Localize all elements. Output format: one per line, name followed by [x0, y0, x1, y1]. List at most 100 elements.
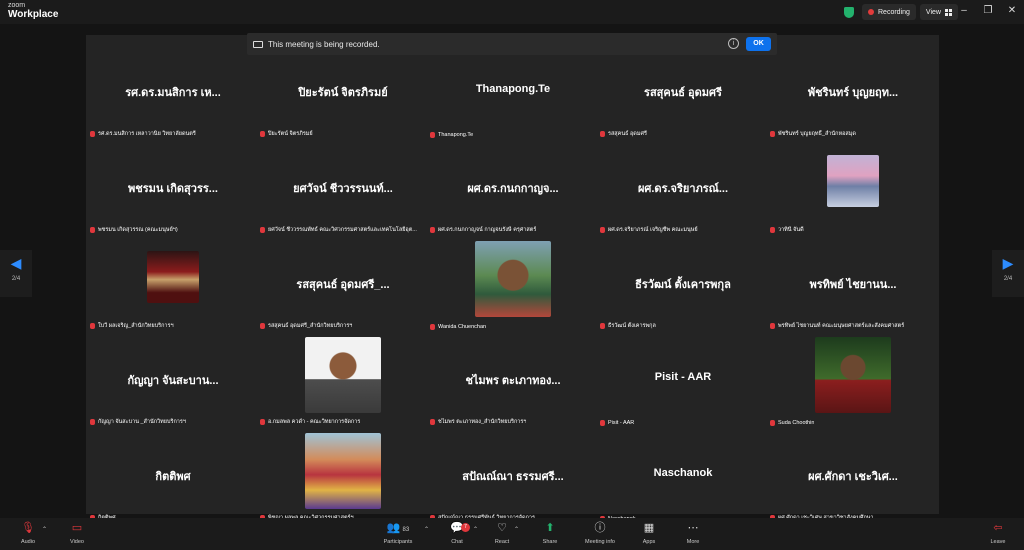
recording-camera-icon	[253, 40, 263, 48]
page-indicator-left: 2/4	[11, 276, 21, 282]
participant-tile[interactable]: ใบวี ผลเจริญ_สำนักวิทยบริการฯ	[88, 239, 258, 334]
muted-mic-icon	[90, 227, 95, 233]
notification-text: This meeting is being recorded.	[268, 39, 380, 49]
participant-tile[interactable]: รศ.ดร.มนสิการ เห... รศ.ดร.มนสิการ เหลาวาน…	[88, 47, 258, 142]
participant-display-name: กัญญา จันสะบาน...	[127, 375, 219, 387]
participant-tile[interactable]: ชไมพร ตะเภาทอง... ชไมพร ตะเภาทอง_สำนักวิท…	[428, 335, 598, 430]
view-button[interactable]: View	[919, 4, 958, 20]
participant-tile[interactable]: พชรมน เกิดสุวรร... พชรมน เกิดสุวรรณ (คณะม…	[88, 143, 258, 238]
meeting-info-button[interactable]: ⓘ Meeting info	[582, 522, 618, 545]
participant-video	[147, 251, 199, 303]
apps-icon: ▦	[643, 522, 655, 534]
share-label: Share	[542, 539, 558, 545]
participant-tile[interactable]: กัญญา จันสะบาน... กัญญา จันสะบาน _สำนักวิ…	[88, 335, 258, 430]
audio-options-caret[interactable]: ⌃	[42, 526, 47, 533]
participant-tile[interactable]: ผศ.ศักดา เชะวิเศ...ผศ.ศักดา เชะวิเศษ สาข…	[768, 431, 938, 526]
muted-mic-icon	[770, 420, 775, 426]
video-gallery: รศ.ดร.มนสิการ เห... รศ.ดร.มนสิการ เหลาวาน…	[86, 35, 939, 522]
camera-off-icon: ▭	[71, 522, 83, 534]
participant-name-text: ผศ.ดร.จริยาภรณ์ เจริญชีพ คณะมนุษย์	[608, 227, 698, 233]
recording-notification: This meeting is being recorded. i OK	[247, 33, 777, 55]
muted-mic-icon	[260, 419, 265, 425]
more-icon: ⋯	[687, 522, 699, 534]
info-icon[interactable]: i	[728, 38, 739, 49]
recording-indicator[interactable]: Recording	[862, 4, 916, 20]
participant-tile[interactable]: Thanapong.Te Thanapong.Te	[428, 47, 598, 142]
participant-tile[interactable]: ผศ.ดร.จริยาภรณ์... ผศ.ดร.จริยาภรณ์ เจริญช…	[598, 143, 768, 238]
participants-options-caret[interactable]: ⌃	[424, 526, 429, 533]
participant-display-name: Naschanok	[653, 467, 713, 479]
participant-tile[interactable]: ธีรวัฒน์ ตั้งเคารพกุล ธีรวัฒน์ ตั้งเคารพก…	[598, 239, 768, 334]
participant-name-text: วาทินี จันดี	[778, 227, 804, 233]
leave-button[interactable]: ⇦ Leave	[980, 522, 1016, 545]
encryption-shield-icon[interactable]	[844, 6, 854, 18]
participants-button[interactable]: 👥 83 Participants	[380, 522, 416, 545]
participant-tile[interactable]: Pisit - AAR Pisit - AAR	[598, 335, 768, 430]
participant-name-label: รสสุคนธ์ อุดมศรี_สำนักวิทยบริการฯ	[260, 322, 352, 330]
previous-page-button[interactable]: ◀ 2/4	[0, 250, 32, 297]
participant-tile[interactable]: วาทินี จันดี	[768, 143, 938, 238]
brand-workplace: Workplace	[8, 9, 59, 20]
muted-mic-icon	[600, 420, 605, 426]
record-dot-icon	[868, 9, 874, 15]
participant-tile[interactable]: Wanida Chuenchan	[428, 239, 598, 334]
participant-tile[interactable]: พัชรินทร์ บุญยฤท... พัชรินทร์ บุญยฤทธิ์_ส…	[768, 47, 938, 142]
chat-options-caret[interactable]: ⌃	[473, 526, 478, 533]
muted-mic-icon	[260, 227, 265, 233]
chat-button[interactable]: 💬 7 Chat	[439, 522, 475, 545]
participant-name-text: ยศวัจน์ ชีววรรณพัทธ์ คณะวิศวกรรมศาสตร์แล…	[268, 227, 417, 233]
participant-tile[interactable]: พิชญา ผลพูล คณะวิศวกรรมศาสตร์ฯ	[258, 431, 428, 526]
participant-tile[interactable]: สปัณณ์ณา ธรรมศรี...สปัณณ์ณา ธรรมศรีพันธ์…	[428, 431, 598, 526]
video-label: Video	[70, 539, 84, 545]
participant-video	[305, 337, 381, 413]
meeting-info-label: Meeting info	[585, 539, 615, 545]
minimize-button[interactable]: –	[956, 4, 972, 18]
participant-name-text: พชรมน เกิดสุวรรณ (คณะมนุษย์ฯ)	[98, 227, 178, 233]
apps-label: Apps	[642, 539, 656, 545]
muted-mic-icon	[90, 131, 95, 137]
next-page-button[interactable]: ▶ 2/4	[992, 250, 1024, 297]
muted-mic-icon	[260, 323, 265, 329]
participant-display-name: รสสุคนธ์ อุดมศรี	[644, 87, 722, 99]
audio-button[interactable]: 🎙 Audio	[10, 522, 46, 545]
participant-name-text: Wanida Chuenchan	[438, 324, 487, 330]
participant-tile[interactable]: ผศ.ดร.กนกกาญจ... ผศ.ดร.กนกกาญจน์ กาญจนรัง…	[428, 143, 598, 238]
participant-video	[815, 337, 891, 413]
participant-name-text: ใบวี ผลเจริญ_สำนักวิทยบริการฯ	[98, 323, 174, 329]
participant-display-name: รศ.ดร.มนสิการ เห...	[125, 87, 221, 99]
restore-button[interactable]: ❐	[980, 4, 996, 18]
participant-tile[interactable]: อ.กมลพล ควดำ - คณะวิทยาการจัดการ	[258, 335, 428, 430]
share-screen-icon: ⬆	[545, 522, 555, 534]
participant-name-text: Thanapong.Te	[438, 132, 474, 138]
participant-tile[interactable]: พรทิพย์ ไชยานน... พรทิพย์ ไชยานนท์ คณะมนุ…	[768, 239, 938, 334]
participant-name-text: รสสุคนธ์ อุดมศรี	[608, 131, 647, 137]
participant-name-label: Thanapong.Te	[430, 132, 473, 138]
react-options-caret[interactable]: ⌃	[514, 526, 519, 533]
participant-name-text: รศ.ดร.มนสิการ เหลาวานิย วิทยาลัยดนตรี	[98, 131, 196, 137]
share-button[interactable]: ⬆ Share	[532, 522, 568, 545]
video-button[interactable]: ▭ Video	[59, 522, 95, 545]
participant-display-name: ผศ.ดร.กนกกาญจ...	[467, 183, 559, 195]
view-label: View	[925, 8, 941, 16]
participant-tile[interactable]: ปิยะรัตน์ จิตรภิรมย์ ปิยะรัตน์ จิตรภิรมย์	[258, 47, 428, 142]
participant-tile[interactable]: NaschanokNaschanok	[598, 431, 768, 526]
recording-label: Recording	[878, 8, 910, 16]
apps-button[interactable]: ▦ Apps	[631, 522, 667, 545]
participant-tile[interactable]: Suda Choothin	[768, 335, 938, 430]
close-button[interactable]: ✕	[1004, 4, 1020, 18]
muted-mic-icon	[430, 227, 435, 233]
participant-video	[827, 155, 879, 207]
participant-name-text: พัชรินทร์ บุญยฤทธิ์_สำนักหอสมุด	[778, 131, 856, 137]
participant-tile[interactable]: รสสุคนธ์ อุดมศรี รสสุคนธ์ อุดมศรี	[598, 47, 768, 142]
brand-zoom: zoom	[8, 2, 26, 9]
participant-name-label: ผศ.ดร.กนกกาญจน์ กาญจนรังษี ครุศาสตร์	[430, 226, 536, 234]
ok-button[interactable]: OK	[746, 37, 771, 51]
participant-name-label: รศ.ดร.มนสิการ เหลาวานิย วิทยาลัยดนตรี	[90, 130, 196, 138]
chat-label: Chat	[451, 539, 463, 545]
participant-tile[interactable]: ยศวัจน์ ชีววรรนนท์... ยศวัจน์ ชีววรรณพัทธ…	[258, 143, 428, 238]
more-button[interactable]: ⋯ More	[675, 522, 711, 545]
grid-icon	[944, 8, 952, 16]
participant-tile[interactable]: กิตติพศกิตติพศ	[88, 431, 258, 526]
app-logo: zoom Workplace	[8, 2, 58, 20]
participant-tile[interactable]: รสสุคนธ์ อุดมศรี_... รสสุคนธ์ อุดมศรี_สำน…	[258, 239, 428, 334]
